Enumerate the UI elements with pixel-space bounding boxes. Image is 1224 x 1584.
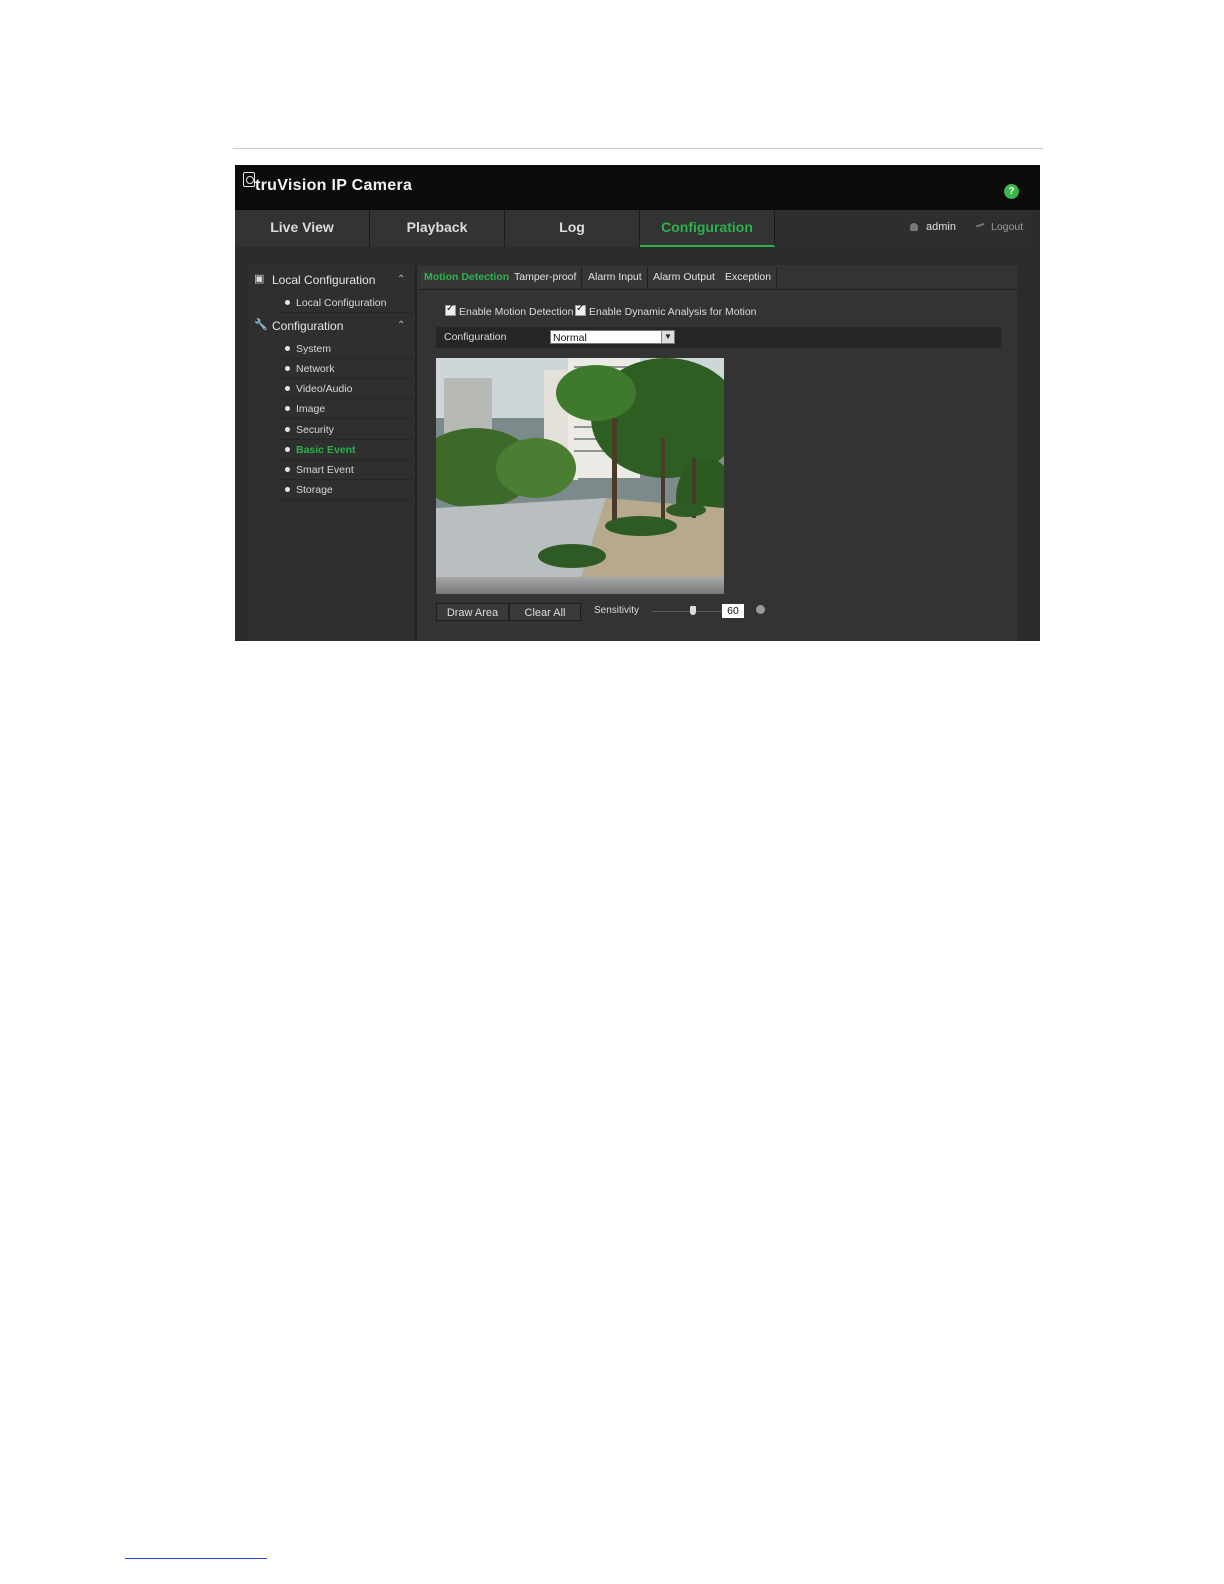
sensitivity-slider-track[interactable] [652, 611, 722, 612]
camera-preview[interactable] [436, 358, 724, 594]
sidebar-item-label: Network [296, 363, 335, 375]
page-top-rule [233, 148, 1043, 149]
brand-title: truVision IP Camera [255, 177, 413, 194]
ip-camera-window: truVision IP Camera ? Live View Playback… [235, 165, 1040, 641]
sensitivity-value[interactable]: 60 [722, 604, 744, 618]
sensitivity-label: Sensitivity [594, 605, 640, 616]
sidebar-item-system[interactable]: System [279, 339, 413, 359]
sidebar-section-local-configuration[interactable]: ▣ Local Configuration ⌃ [249, 269, 415, 291]
bullet-icon [285, 447, 290, 452]
bullet-icon [285, 300, 290, 305]
help-icon[interactable]: ? [1004, 184, 1019, 199]
sidebar-item-local-configuration[interactable]: Local Configuration [279, 293, 413, 313]
configuration-select[interactable]: Normal ▼ [550, 330, 675, 344]
logout-link[interactable]: Logout [976, 221, 1024, 233]
bullet-icon [285, 386, 290, 391]
sidebar-item-label: Storage [296, 484, 333, 496]
sidebar-item-label: System [296, 343, 332, 355]
tab-configuration[interactable]: Configuration [640, 210, 775, 247]
enable-dynamic-analysis-checkbox[interactable]: Enable Dynamic Analysis for Motion [575, 303, 757, 318]
sensitivity-slider-thumb[interactable] [690, 606, 696, 615]
sidebar-item-video-audio[interactable]: Video/Audio [279, 379, 413, 399]
chevron-up-icon: ⌃ [397, 274, 406, 285]
sidebar-section-configuration[interactable]: 🔧 Configuration ⌃ [249, 315, 415, 337]
sidebar-item-image[interactable]: Image [279, 399, 413, 419]
bullet-icon [285, 346, 290, 351]
section-label: Configuration [272, 319, 344, 333]
sidebar-item-storage[interactable]: Storage [279, 480, 413, 500]
user-name: admin [926, 221, 956, 233]
user-menu[interactable]: admin [910, 221, 956, 233]
user-icon [910, 223, 918, 232]
subtab-tamper-proof[interactable]: Tamper-proof [509, 267, 583, 288]
info-icon[interactable] [756, 605, 765, 614]
subtab-divider [419, 289, 1017, 290]
checkbox-label: Enable Motion Detection [459, 306, 574, 318]
checkbox-checked-icon [445, 303, 456, 316]
video-toolbar-strip [436, 577, 724, 594]
footer-link-rule [125, 1558, 267, 1559]
subtab-alarm-input[interactable]: Alarm Input [583, 267, 648, 288]
tab-playback[interactable]: Playback [370, 210, 505, 247]
draw-area-button[interactable]: Draw Area [436, 603, 509, 621]
main-nav: Live View Playback Log Configuration adm… [235, 210, 1032, 247]
sidebar-item-network[interactable]: Network [279, 359, 413, 379]
tab-live-view[interactable]: Live View [235, 210, 370, 247]
street-scene-image [436, 358, 724, 594]
bullet-icon [285, 467, 290, 472]
truvision-logo-icon [243, 172, 255, 187]
dropdown-arrow-icon: ▼ [661, 331, 674, 343]
sidebar-item-label: Security [296, 424, 334, 436]
sidebar-item-label: Local Configuration [296, 297, 387, 309]
title-bar: truVision IP Camera ? [235, 165, 1040, 210]
sidebar-item-smart-event[interactable]: Smart Event [279, 460, 413, 480]
bullet-icon [285, 406, 290, 411]
bullet-icon [285, 487, 290, 492]
sidebar-item-label: Basic Event [296, 444, 356, 456]
wrench-icon: 🔧 [254, 319, 268, 331]
bullet-icon [285, 366, 290, 371]
sidebar: ▣ Local Configuration ⌃ Local Configurat… [249, 265, 417, 641]
configuration-row: Configuration Normal ▼ [436, 327, 1001, 348]
checkbox-label: Enable Dynamic Analysis for Motion [589, 306, 757, 318]
sidebar-item-label: Smart Event [296, 464, 354, 476]
content-area: ▣ Local Configuration ⌃ Local Configurat… [249, 265, 1017, 641]
sidebar-item-security[interactable]: Security [279, 420, 413, 440]
logout-icon [976, 222, 986, 232]
checkbox-checked-icon [575, 303, 586, 316]
subtab-exception[interactable]: Exception [720, 267, 778, 288]
chevron-up-icon: ⌃ [397, 320, 406, 331]
bullet-icon [285, 427, 290, 432]
sidebar-item-label: Video/Audio [296, 383, 353, 395]
clear-all-button[interactable]: Clear All [509, 603, 581, 621]
enable-motion-detection-checkbox[interactable]: Enable Motion Detection [445, 303, 574, 318]
section-label: Local Configuration [272, 273, 376, 287]
logout-label: Logout [991, 221, 1024, 233]
sidebar-item-basic-event[interactable]: Basic Event [279, 440, 413, 460]
monitor-icon: ▣ [254, 273, 265, 285]
subtab-motion-detection[interactable]: Motion Detection [419, 267, 516, 288]
main-panel: Motion Detection Tamper-proof Alarm Inpu… [419, 265, 1017, 641]
subtab-alarm-output[interactable]: Alarm Output [648, 267, 721, 288]
sidebar-item-label: Image [296, 403, 326, 415]
configuration-select-value: Normal [553, 332, 587, 344]
configuration-label: Configuration [444, 331, 507, 343]
tab-log[interactable]: Log [505, 210, 640, 247]
